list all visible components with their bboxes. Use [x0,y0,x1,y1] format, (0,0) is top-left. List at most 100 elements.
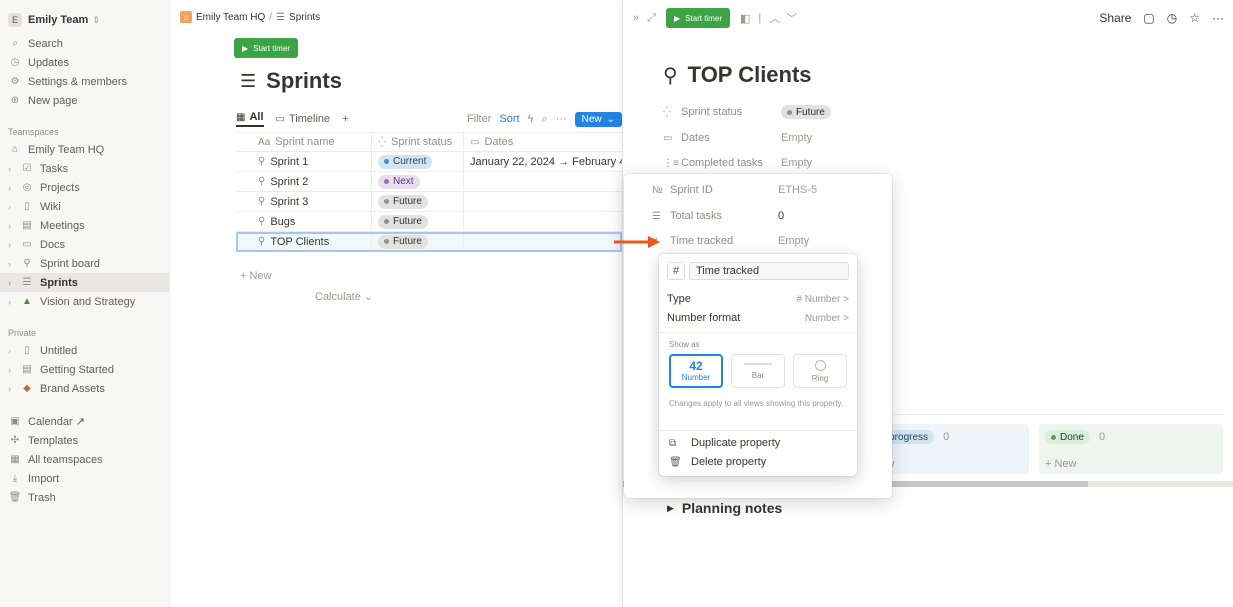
cell-status[interactable]: Future [372,212,464,231]
column-header-name[interactable]: Aa Sprint name [236,133,372,151]
chevron-up-icon[interactable]: ︿ [769,10,780,26]
sidebar-item-wiki[interactable]: › ▯ Wiki [0,197,169,216]
new-button[interactable]: New ⌄ [574,111,622,127]
sidebar-item-docs[interactable]: › ▭ Docs [0,235,169,254]
breadcrumb-parent[interactable]: Emily Team HQ [196,12,265,23]
property-sprint-id[interactable]: № Sprint ID ETHS-5 [652,180,817,200]
sidebar-item-new-page[interactable]: ⊕ New page [0,91,169,110]
sort-button[interactable]: Sort [499,113,519,125]
cell-status[interactable]: Current [372,152,464,171]
cell-name[interactable]: ⚲ Sprint 2 [236,172,372,191]
hash-icon[interactable]: # [667,262,685,280]
sidebar-item-calendar[interactable]: ▣ Calendar ↗ [0,412,169,431]
add-view-button[interactable]: + [342,113,348,125]
board-column-done[interactable]: Done 0 + New [1039,424,1223,474]
property-name-input[interactable]: Time tracked [689,262,849,280]
cell-dates[interactable] [464,232,622,251]
tab-timeline[interactable]: ▭ Timeline [276,113,331,125]
expand-icon[interactable]: ⤢ [647,12,656,25]
add-card-button[interactable]: + New [1045,458,1217,470]
sidebar-item-import[interactable]: ⤓ Import [0,469,169,488]
chevron-right-icon[interactable]: › [8,384,18,394]
show-as-bar[interactable]: Bar [731,354,785,388]
sidebar-item-settings[interactable]: ⚙ Settings & members [0,72,169,91]
cell-name[interactable]: ⚲ Bugs [236,212,372,231]
cell-dates[interactable] [464,172,622,191]
cell-name[interactable]: ⚲ Sprint 1 [236,152,372,171]
lightning-icon[interactable]: ϟ [528,113,534,125]
cell-dates[interactable] [464,192,622,211]
table-row[interactable]: ⚲ Sprint 3 Future [236,192,622,212]
clock-icon[interactable]: ◷ [1167,11,1177,25]
column-header-dates[interactable]: ▭ Dates [464,133,622,151]
planning-notes-toggle[interactable]: ▶ Planning notes [667,500,782,516]
start-timer-button[interactable]: ▶ Start timer [234,38,299,58]
page-title-text[interactable]: Sprints [266,68,342,94]
table-row[interactable]: ⚲ Sprint 1 Current January 22, 2024 → Feb… [236,152,622,172]
more-button[interactable]: ··· [556,113,567,125]
cell-name[interactable]: ⚲ TOP Clients [236,232,372,251]
sidebar-item-templates[interactable]: ✣ Templates [0,431,169,450]
comment-icon[interactable]: ▢ [1143,11,1154,25]
chevron-right-icon[interactable]: › [8,183,18,193]
panel-icon[interactable]: ◧ [740,12,750,25]
sidebar-item-all-teamspaces[interactable]: ▦ All teamspaces [0,450,169,469]
number-format-option[interactable]: Number format Number > [667,309,849,327]
star-icon[interactable]: ☆ [1189,11,1200,25]
type-option[interactable]: Type # Number > [667,290,849,308]
cell-status[interactable]: Next [372,172,464,191]
sidebar-item-brand-assets[interactable]: › ◆ Brand Assets [0,379,169,398]
show-as-number[interactable]: 42 Number [669,354,723,388]
chevron-right-icon[interactable]: › [8,297,18,307]
filter-button[interactable]: Filter [467,113,491,125]
chevron-right-icon[interactable]: › [8,278,18,288]
cell-status[interactable]: Future [372,192,464,211]
sidebar-item-sprints[interactable]: › ☰ Sprints [0,273,169,292]
chevron-down-icon[interactable]: ﹀ [786,10,797,26]
cell-name[interactable]: ⚲ Sprint 3 [236,192,372,211]
cell-status[interactable]: Future [372,232,464,251]
sidebar-item-search[interactable]: ⌕ Search [0,34,169,53]
sidebar-item-untitled[interactable]: › ▯ Untitled [0,341,169,360]
sidebar-item-updates[interactable]: ◷ Updates [0,53,169,72]
property-time-tracked[interactable]: #Time tracked Empty [652,231,809,251]
column-header-status[interactable]: ⁛ Sprint status [372,133,464,151]
calculate-button[interactable]: Calculate ⌄ [315,290,373,303]
start-timer-button[interactable]: ▶ Start timer [665,8,730,28]
chevron-right-icon[interactable]: › [8,202,18,212]
chevron-right-icon[interactable]: › [8,164,18,174]
sidebar-item-getting-started[interactable]: › ▤ Getting Started [0,360,169,379]
property-sprint-status[interactable]: ⁛ Sprint status Future [663,102,831,122]
search-icon[interactable]: ⌕ [541,113,547,126]
collapse-icon[interactable]: » [633,12,639,24]
sidebar-item-projects[interactable]: › ◎ Projects [0,178,169,197]
sidebar-item-emily-team-hq[interactable]: ⌂ Emily Team HQ [0,140,169,159]
chevron-right-icon[interactable]: › [8,221,18,231]
sidebar-item-meetings[interactable]: › ▤ Meetings [0,216,169,235]
cell-dates[interactable]: January 22, 2024 → February 4, 2 [464,152,622,171]
add-row-button[interactable]: + New [240,270,272,282]
tab-all[interactable]: ▦ All [236,111,264,127]
chevron-right-icon[interactable]: › [8,365,18,375]
chevron-right-icon[interactable]: › [8,346,18,356]
show-as-ring[interactable]: Ring [793,354,847,388]
property-dates[interactable]: ▭ Dates Empty [663,128,812,148]
workspace-switcher[interactable]: E Emily Team ⇕ [0,10,169,30]
cell-dates[interactable] [464,212,622,231]
share-button[interactable]: Share [1099,11,1131,25]
duplicate-property-button[interactable]: ⧉ Duplicate property [669,434,780,452]
breadcrumb-current[interactable]: Sprints [289,12,320,23]
sidebar-item-vision-and-strategy[interactable]: › ▲ Vision and Strategy [0,292,169,311]
table-row[interactable]: ⚲ Sprint 2 Next [236,172,622,192]
chevron-right-icon[interactable]: › [8,259,18,269]
table-row[interactable]: ⚲ TOP Clients Future [236,232,622,252]
page-title-text[interactable]: TOP Clients [688,62,812,88]
chevron-right-icon[interactable]: › [8,240,18,250]
table-row[interactable]: ⚲ Bugs Future [236,212,622,232]
more-icon[interactable]: ··· [1212,11,1224,25]
property-total-tasks[interactable]: ☰ Total tasks 0 [652,206,784,226]
chevron-down-icon[interactable]: ⌄ [607,114,615,125]
sidebar-item-sprint-board[interactable]: › ⚲ Sprint board [0,254,169,273]
sidebar-item-tasks[interactable]: › ☑ Tasks [0,159,169,178]
sidebar-item-trash[interactable]: 🗑 Trash [0,488,169,507]
